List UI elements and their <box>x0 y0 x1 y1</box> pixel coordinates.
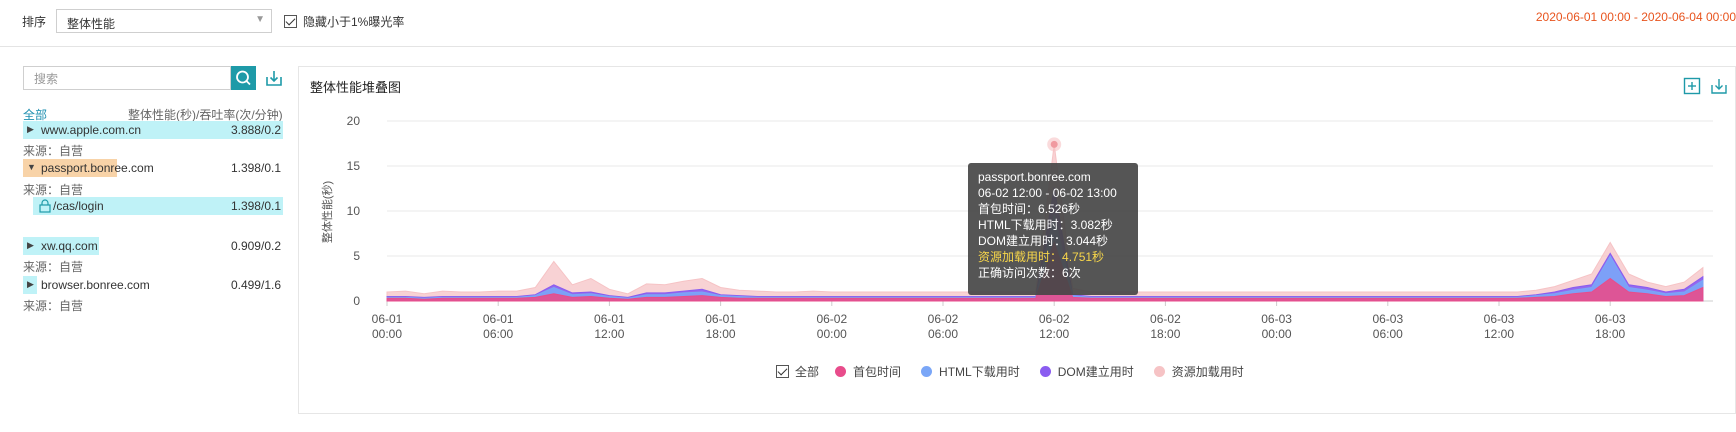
lock-icon <box>39 199 51 213</box>
legend-item[interactable]: HTML下载用时 <box>921 363 1020 380</box>
expand-down-icon[interactable]: ▼ <box>27 162 36 172</box>
legend-all-toggle[interactable]: 全部 <box>776 363 819 380</box>
list-item-value: 0.909/0.2 <box>230 239 281 253</box>
download-icon <box>266 71 282 86</box>
legend-dot <box>835 366 847 377</box>
legend-all-label: 全部 <box>795 365 820 379</box>
tooltip-line: 首包时间：6.526秒 <box>978 201 1128 217</box>
list-item-name: xw.qq.com <box>41 239 98 253</box>
list-item-selected[interactable]: ▼ passport.bonree.com 1.398/0.1 <box>23 159 283 177</box>
list-item-name: passport.bonree.com <box>41 161 154 175</box>
legend-item[interactable]: 资源加载用时 <box>1153 363 1244 380</box>
list-item-source: 来源：自营 <box>23 144 84 158</box>
download-list-button[interactable] <box>264 68 284 88</box>
tooltip-line: HTML下载用时：3.082秒 <box>978 217 1128 233</box>
search-button[interactable] <box>231 66 256 90</box>
expand-right-icon[interactable]: ▶ <box>27 124 34 135</box>
list-item[interactable]: ▶ xw.qq.com 0.909/0.2 <box>23 237 283 255</box>
list-item-source: 来源：自营 <box>23 260 84 274</box>
list-item-value: 3.888/0.2 <box>230 123 281 137</box>
tooltip-line-label: 资源加载用时： <box>978 250 1063 264</box>
date-range[interactable]: 2020-06-01 00:00 - 2020-06-04 00:00 <box>1536 10 1736 24</box>
tooltip-line-value: 3.044秒 <box>1066 234 1109 248</box>
legend-dot <box>921 366 933 377</box>
search-input[interactable] <box>32 70 216 88</box>
legend-item[interactable]: DOM建立用时 <box>1039 363 1134 380</box>
list-subitem[interactable]: /cas/login 1.398/0.1 <box>33 197 283 215</box>
list-item-value: 0.499/1.6 <box>230 278 281 292</box>
list-item-value: 1.398/0.1 <box>230 161 281 175</box>
add-icon[interactable] <box>1683 77 1701 95</box>
tooltip-host: passport.bonree.com <box>978 170 1091 184</box>
sort-label: 排序 <box>22 15 47 29</box>
chevron-down-icon: ▼ <box>255 14 265 25</box>
list-item[interactable]: ▶ www.apple.com.cn 3.888/0.2 <box>23 121 283 139</box>
list-item-name: /cas/login <box>53 199 104 213</box>
search-icon <box>236 70 251 86</box>
tooltip-line: 正确访问次数：6次 <box>978 265 1128 281</box>
tooltip-line-value: 3.082秒 <box>1070 218 1113 232</box>
sort-select-value: 整体性能 <box>67 17 116 31</box>
tooltip-line-value: 6.526秒 <box>1038 202 1081 216</box>
legend-label: 首包时间 <box>853 365 902 379</box>
chart-legend: 全部 首包时间 HTML下载用时 DOM建立用时 资源加载用时 <box>776 363 1264 380</box>
sort-select[interactable]: 整体性能 ▼ <box>56 9 272 33</box>
hide-low-exposure-label: 隐藏小于1%曝光率 <box>303 15 405 29</box>
chart-title: 整体性能堆叠图 <box>310 80 402 95</box>
tooltip-line-value: 6次 <box>1062 266 1081 280</box>
legend-item[interactable]: 首包时间 <box>835 363 901 380</box>
list-item-source: 来源：自营 <box>23 299 84 313</box>
legend-label: HTML下载用时 <box>939 365 1020 379</box>
list-item-value: 1.398/0.1 <box>230 199 281 213</box>
tooltip-line-highlight: 资源加载用时：4.751秒 <box>978 249 1128 265</box>
checkbox-checked-icon <box>284 15 297 28</box>
hide-low-exposure-checkbox[interactable]: 隐藏小于1%曝光率 <box>284 13 404 30</box>
legend-label: 资源加载用时 <box>1171 365 1244 379</box>
tooltip-line-label: DOM建立用时： <box>978 234 1066 248</box>
tooltip-range: 06-02 12:00 - 06-02 13:00 <box>978 186 1117 200</box>
legend-dot <box>1153 366 1165 377</box>
top-toolbar: 排序 整体性能 ▼ 隐藏小于1%曝光率 2020-06-01 00:00 - 2… <box>0 0 1736 47</box>
tooltip-line-label: 正确访问次数： <box>978 266 1063 280</box>
legend-dot <box>1039 366 1051 377</box>
tooltip-line: DOM建立用时：3.044秒 <box>978 233 1128 249</box>
chart-tooltip: passport.bonree.com 06-02 12:00 - 06-02 … <box>968 163 1138 295</box>
download-icon[interactable] <box>1710 77 1728 95</box>
list-item-source: 来源：自营 <box>23 183 84 197</box>
legend-label: DOM建立用时 <box>1057 365 1134 379</box>
search-field[interactable] <box>23 66 231 90</box>
expand-right-icon[interactable]: ▶ <box>27 279 34 290</box>
list-item-name: browser.bonree.com <box>41 278 150 292</box>
list-item[interactable]: ▶ browser.bonree.com 0.499/1.6 <box>23 276 283 294</box>
list-item-name: www.apple.com.cn <box>41 123 142 137</box>
y-axis-label-text: 整体性能(秒) <box>322 180 334 244</box>
tooltip-line-label: HTML下载用时： <box>978 218 1071 232</box>
expand-right-icon[interactable]: ▶ <box>27 240 34 251</box>
tooltip-line-label: 首包时间： <box>978 202 1039 216</box>
checkbox-checked-icon <box>776 365 789 378</box>
tooltip-line-value: 4.751秒 <box>1062 250 1105 264</box>
